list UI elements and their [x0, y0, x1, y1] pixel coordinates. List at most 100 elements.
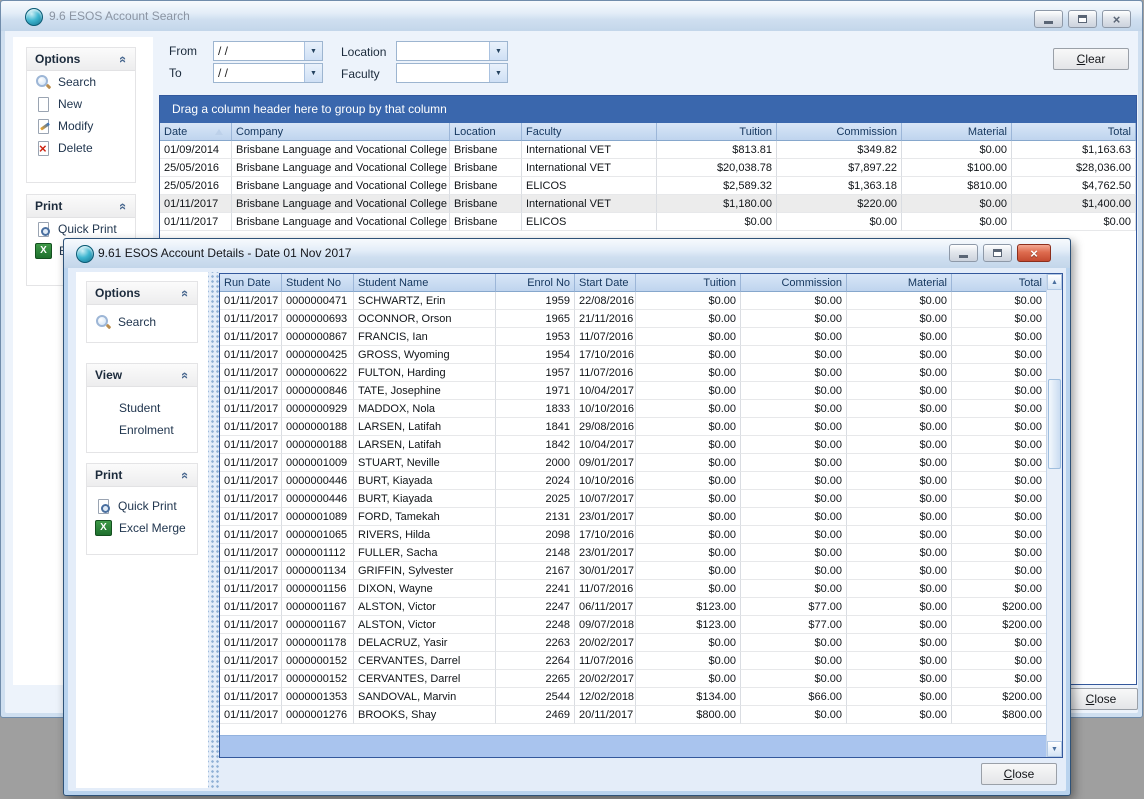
collapse-chevron-icon[interactable]: « [116, 55, 131, 62]
date-to-combobox[interactable]: / / ▼ [213, 63, 323, 83]
chevron-down-icon[interactable]: ▼ [304, 64, 322, 82]
table-row[interactable]: 01/11/20170000000152CERVANTES, Darrel226… [220, 652, 1047, 670]
column-header[interactable]: Faculty [522, 123, 657, 141]
sidebar-item-quick-print[interactable]: Quick Print [87, 495, 197, 517]
view-group-header[interactable]: View « [87, 364, 197, 387]
table-row[interactable]: 01/11/20170000001167ALSTON, Victor224809… [220, 616, 1047, 634]
table-row[interactable]: 25/05/2016Brisbane Language and Vocation… [160, 177, 1136, 195]
table-row[interactable]: 01/11/20170000001065RIVERS, Hilda209817/… [220, 526, 1047, 544]
column-header[interactable]: Location [450, 123, 522, 141]
sidebar-item-search[interactable]: Search [87, 311, 197, 333]
modify-icon [35, 118, 51, 134]
table-row[interactable]: 01/11/20170000000929MADDOX, Nola183310/1… [220, 400, 1047, 418]
cell: $0.00 [636, 652, 741, 670]
minimize-button[interactable] [949, 244, 978, 262]
chevron-down-icon[interactable]: ▼ [304, 42, 322, 60]
column-header[interactable]: Tuition [657, 123, 777, 141]
sidebar-item-enrolment[interactable]: Enrolment [87, 419, 197, 441]
scroll-up-button[interactable]: ▲ [1047, 274, 1062, 290]
collapse-chevron-icon[interactable]: « [178, 289, 193, 296]
column-header[interactable]: Total [1012, 123, 1136, 141]
table-row[interactable]: 01/11/20170000001009STUART, Neville20000… [220, 454, 1047, 472]
close-button[interactable]: × [1102, 10, 1131, 28]
table-row[interactable]: 01/11/2017Brisbane Language and Vocation… [160, 195, 1136, 213]
table-row[interactable]: 01/11/20170000001134GRIFFIN, Sylvester21… [220, 562, 1047, 580]
title-bar[interactable]: 9.6 ESOS Account Search × [1, 1, 1142, 31]
scrollbar-thumb[interactable] [1048, 379, 1061, 469]
options-group-header[interactable]: Options « [27, 48, 135, 71]
table-row[interactable]: 01/11/20170000000846TATE, Josephine19711… [220, 382, 1047, 400]
column-header[interactable]: Commission [741, 274, 847, 292]
column-header[interactable]: Tuition [636, 274, 741, 292]
chevron-down-icon[interactable]: ▼ [489, 42, 507, 60]
print-group-header[interactable]: Print « [87, 464, 197, 487]
location-combobox[interactable]: ▼ [396, 41, 508, 61]
collapse-chevron-icon[interactable]: « [178, 471, 193, 478]
minimize-button[interactable] [1034, 10, 1063, 28]
table-row[interactable]: 01/11/20170000000693OCONNOR, Orson196521… [220, 310, 1047, 328]
maximize-button[interactable] [983, 244, 1012, 262]
column-header[interactable]: Date [160, 123, 232, 141]
table-row[interactable]: 25/05/2016Brisbane Language and Vocation… [160, 159, 1136, 177]
close-window-button[interactable]: Close [981, 763, 1057, 785]
close-window-button[interactable]: Close [1064, 688, 1138, 710]
table-row[interactable]: 01/09/2014Brisbane Language and Vocation… [160, 141, 1136, 159]
faculty-combobox[interactable]: ▼ [396, 63, 508, 83]
table-row[interactable]: 01/11/20170000001178DELACRUZ, Yasir22632… [220, 634, 1047, 652]
sidebar-item-quick-print[interactable]: Quick Print [27, 218, 135, 240]
collapse-chevron-icon[interactable]: « [178, 371, 193, 378]
maximize-button[interactable] [1068, 10, 1097, 28]
table-row[interactable]: 01/11/2017Brisbane Language and Vocation… [160, 213, 1136, 231]
scroll-down-button[interactable]: ▼ [1047, 741, 1062, 757]
column-header[interactable]: Student Name [354, 274, 496, 292]
column-header[interactable]: Enrol No [496, 274, 575, 292]
cell: Brisbane Language and Vocational College [232, 213, 450, 231]
table-row[interactable]: 01/11/20170000000867FRANCIS, Ian195311/0… [220, 328, 1047, 346]
table-row[interactable]: 01/11/20170000000188LARSEN, Latifah18412… [220, 418, 1047, 436]
cell: $0.00 [741, 526, 847, 544]
column-header[interactable]: Total [952, 274, 1047, 292]
column-header[interactable]: Material [847, 274, 952, 292]
column-header[interactable]: Commission [777, 123, 902, 141]
column-header[interactable]: Start Date [575, 274, 636, 292]
group-by-bar[interactable]: Drag a column header here to group by th… [160, 96, 1136, 123]
column-header[interactable]: Student No [282, 274, 354, 292]
sidebar-item-search[interactable]: Search [27, 71, 135, 93]
clear-button[interactable]: Clear [1053, 48, 1129, 70]
cell: $0.00 [636, 436, 741, 454]
print-group-header[interactable]: Print « [27, 195, 135, 218]
chevron-down-icon[interactable]: ▼ [489, 64, 507, 82]
close-button[interactable]: × [1017, 244, 1051, 262]
vertical-scrollbar[interactable]: ▲ ▼ [1046, 274, 1062, 757]
sidebar-item-student[interactable]: Student [87, 397, 197, 419]
sidebar-item-new[interactable]: New [27, 93, 135, 115]
splitter-handle[interactable] [208, 272, 219, 788]
cell: $0.00 [636, 328, 741, 346]
table-row[interactable]: 01/11/20170000001353SANDOVAL, Marvin2544… [220, 688, 1047, 706]
group-title: Options [95, 286, 140, 300]
table-row[interactable]: 01/11/20170000001156DIXON, Wayne224111/0… [220, 580, 1047, 598]
table-row[interactable]: 01/11/20170000000446BURT, Kiayada202510/… [220, 490, 1047, 508]
date-from-combobox[interactable]: / / ▼ [213, 41, 323, 61]
table-row[interactable]: 01/11/20170000000471SCHWARTZ, Erin195922… [220, 292, 1047, 310]
table-row[interactable]: 01/11/20170000001276BROOKS, Shay246920/1… [220, 706, 1047, 724]
column-header[interactable]: Material [902, 123, 1012, 141]
table-row[interactable]: 01/11/20170000000622FULTON, Harding19571… [220, 364, 1047, 382]
grid-new-row[interactable] [220, 735, 1047, 757]
sidebar-item-delete[interactable]: Delete [27, 137, 135, 159]
table-row[interactable]: 01/11/20170000000188LARSEN, Latifah18421… [220, 436, 1047, 454]
collapse-chevron-icon[interactable]: « [116, 202, 131, 209]
cell: 2167 [496, 562, 575, 580]
title-bar[interactable]: 9.61 ESOS Account Details - Date 01 Nov … [64, 239, 1070, 268]
sidebar-item-modify[interactable]: Modify [27, 115, 135, 137]
table-row[interactable]: 01/11/20170000000152CERVANTES, Darrel226… [220, 670, 1047, 688]
table-row[interactable]: 01/11/20170000000446BURT, Kiayada202410/… [220, 472, 1047, 490]
options-group-header[interactable]: Options « [87, 282, 197, 305]
sidebar-item-excel-merge[interactable]: Excel Merge [87, 517, 197, 539]
column-header[interactable]: Company [232, 123, 450, 141]
table-row[interactable]: 01/11/20170000001089FORD, Tamekah213123/… [220, 508, 1047, 526]
table-row[interactable]: 01/11/20170000001167ALSTON, Victor224706… [220, 598, 1047, 616]
column-header[interactable]: Run Date [220, 274, 282, 292]
table-row[interactable]: 01/11/20170000000425GROSS, Wyoming195417… [220, 346, 1047, 364]
table-row[interactable]: 01/11/20170000001112FULLER, Sacha214823/… [220, 544, 1047, 562]
